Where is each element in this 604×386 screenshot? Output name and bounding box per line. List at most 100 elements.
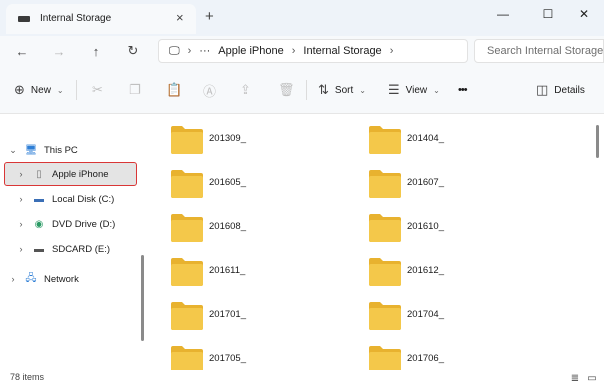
maximize-button[interactable]: ☐: [531, 0, 565, 28]
sort-button[interactable]: ⇅ Sort ⌄: [318, 78, 366, 102]
folder-icon: [369, 214, 401, 242]
rename-icon[interactable]: Ⓐ: [203, 78, 216, 102]
folder-item[interactable]: 201608_: [170, 213, 330, 249]
folder-icon: [171, 214, 203, 242]
tab-internal-storage[interactable]: Internal Storage ×: [6, 4, 196, 34]
paste-icon[interactable]: 📋: [166, 78, 182, 102]
up-button[interactable]: ↑: [84, 40, 108, 62]
minimize-button[interactable]: —: [486, 0, 520, 28]
breadcrumb-chevron-icon[interactable]: ›: [390, 45, 394, 57]
more-options-button[interactable]: •••: [458, 78, 468, 102]
sidebar-item-label: DVD Drive (D:): [52, 218, 116, 230]
breadcrumb-apple-iphone[interactable]: Apple iPhone: [218, 45, 283, 57]
breadcrumb-overflow[interactable]: ···: [199, 45, 210, 57]
folder-item[interactable]: 201704_: [368, 301, 528, 337]
folder-name: 201309_: [209, 133, 246, 144]
breadcrumb-chevron-icon[interactable]: ›: [188, 45, 192, 57]
folder-item[interactable]: 201611_: [170, 257, 330, 293]
item-count: 78 items: [10, 372, 45, 382]
view-icon: ☰: [388, 82, 400, 97]
new-tab-button[interactable]: +: [205, 9, 214, 25]
network-icon: 🖧: [25, 272, 37, 284]
new-label: New: [30, 84, 51, 96]
dvd-drive-icon: ◉: [34, 218, 44, 230]
plus-circle-icon: ⊕: [14, 82, 25, 97]
share-icon[interactable]: ⇪: [240, 78, 251, 102]
command-bar: ⊕ New ⌄ ✂ ❐ 📋 Ⓐ ⇪ 🗑 ⇅ Sort ⌄ ☰ View ⌄ ••…: [0, 66, 604, 114]
view-button[interactable]: ☰ View ⌄: [388, 78, 440, 102]
folder-icon: [171, 170, 203, 198]
folder-name: 201701_: [209, 309, 246, 320]
new-button[interactable]: ⊕ New ⌄: [14, 78, 64, 102]
folder-item[interactable]: 201607_: [368, 169, 528, 205]
back-button[interactable]: ←: [10, 40, 34, 62]
folder-item[interactable]: 201701_: [170, 301, 330, 337]
folder-icon: [369, 346, 401, 370]
close-tab-icon[interactable]: ×: [176, 11, 184, 25]
sidebar-scrollbar[interactable]: [141, 255, 144, 341]
details-pane-icon: ◫: [536, 82, 549, 97]
folder-item[interactable]: 201705_: [170, 345, 330, 370]
this-pc-icon: 🖵: [169, 44, 180, 57]
sidebar-item-label: SDCARD (E:): [52, 243, 111, 255]
folder-name: 201611_: [209, 265, 246, 276]
folder-name: 201605_: [209, 177, 246, 188]
refresh-button[interactable]: ↻: [121, 40, 145, 62]
chevron-right-icon[interactable]: ›: [16, 219, 26, 229]
sidebar-item-label: Apple iPhone: [52, 168, 109, 180]
content-scrollbar[interactable]: [596, 125, 599, 158]
folder-name: 201612_: [407, 265, 444, 276]
chevron-down-icon[interactable]: ⌄: [8, 145, 18, 156]
copy-icon[interactable]: ❐: [129, 78, 141, 102]
search-input[interactable]: Search Internal Storage: [474, 39, 604, 63]
status-bar: 78 items ≣ ▭: [0, 370, 604, 386]
navigation-bar: ← → ↑ ↻ 🖵 › ··· Apple iPhone › Internal …: [0, 36, 604, 66]
folder-item[interactable]: 201612_: [368, 257, 528, 293]
folder-name: 201607_: [407, 177, 444, 188]
chevron-right-icon[interactable]: ›: [16, 194, 26, 204]
folder-icon: [171, 126, 203, 154]
sort-label: Sort: [334, 84, 354, 96]
sidebar-item-dvd-drive[interactable]: › ◉ DVD Drive (D:): [16, 213, 116, 235]
folder-item[interactable]: 201309_: [170, 125, 330, 161]
cut-icon[interactable]: ✂: [92, 78, 103, 102]
folder-name: 201404_: [407, 133, 444, 144]
close-window-button[interactable]: ✕: [567, 0, 601, 28]
folder-item[interactable]: 201605_: [170, 169, 330, 205]
sidebar-item-label: Network: [44, 273, 79, 285]
details-view-icon[interactable]: ≣: [569, 372, 581, 384]
chevron-down-icon: ⌄: [433, 85, 440, 95]
folder-name: 201706_: [407, 353, 444, 364]
folder-icon: [171, 302, 203, 330]
breadcrumb-chevron-icon[interactable]: ›: [292, 45, 296, 57]
sort-icon: ⇅: [318, 82, 329, 97]
sidebar-item-apple-iphone[interactable]: › ▯ Apple iPhone: [16, 163, 109, 185]
sidebar-item-local-disk[interactable]: › ▬ Local Disk (C:): [16, 188, 115, 210]
computer-icon: 🖥: [24, 144, 38, 156]
folder-icon: [369, 258, 401, 286]
folder-icon: [171, 346, 203, 370]
folder-icon: [369, 170, 401, 198]
forward-button[interactable]: →: [47, 40, 71, 62]
chevron-down-icon: ⌄: [56, 85, 64, 95]
address-bar[interactable]: 🖵 › ··· Apple iPhone › Internal Storage …: [158, 39, 468, 63]
tiles-view-icon[interactable]: ▭: [586, 372, 598, 384]
file-list: 201309_ 201404_ 201605_ 201607_ 201608_ …: [150, 115, 596, 370]
folder-icon: [369, 126, 401, 154]
chevron-right-icon[interactable]: ›: [16, 169, 26, 179]
folder-item[interactable]: 201610_: [368, 213, 528, 249]
chevron-right-icon[interactable]: ›: [8, 274, 18, 284]
chevron-right-icon[interactable]: ›: [16, 244, 26, 254]
drive-icon: [18, 16, 30, 22]
folder-item[interactable]: 201706_: [368, 345, 528, 370]
sidebar-item-network[interactable]: › 🖧 Network: [8, 268, 79, 290]
details-button[interactable]: ◫ Details: [536, 78, 585, 102]
folder-item[interactable]: 201404_: [368, 125, 528, 161]
sidebar-item-sdcard[interactable]: › ▬ SDCARD (E:): [16, 238, 111, 260]
breadcrumb-internal-storage[interactable]: Internal Storage: [303, 45, 381, 57]
title-bar: Internal Storage × + — ☐ ✕: [0, 0, 604, 36]
folder-name: 201705_: [209, 353, 246, 364]
sidebar-item-this-pc[interactable]: ⌄ 🖥 This PC: [8, 139, 78, 161]
folder-name: 201610_: [407, 221, 444, 232]
delete-icon[interactable]: 🗑: [278, 78, 295, 102]
